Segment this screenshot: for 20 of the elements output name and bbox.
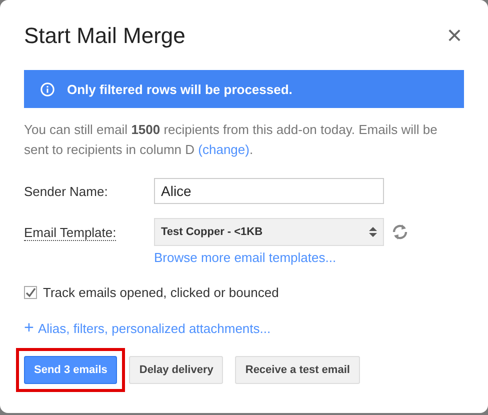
info-icon — [40, 82, 55, 96]
plus-icon[interactable]: + — [24, 318, 34, 338]
sender-name-label: Sender Name: — [24, 184, 109, 198]
change-link[interactable]: (change) — [198, 142, 250, 157]
track-label: Track emails opened, clicked or bounced — [43, 285, 279, 300]
send-button[interactable]: Send 3 emails — [24, 356, 118, 384]
dialog-title: Start Mail Merge — [24, 23, 186, 49]
action-button[interactable]: Delay delivery — [129, 356, 224, 384]
options-link[interactable]: Alias, filters, personalized attachments... — [38, 320, 271, 336]
template-dropdown[interactable]: Test Copper - <1KB — [154, 218, 384, 246]
action-button[interactable]: Receive a test email — [235, 356, 360, 384]
quota-notice: You can still email 1500 recipients from this add-on today. Emails will be sent to recipients in column D (change). — [24, 121, 438, 159]
sender-name-field[interactable]: Alice — [154, 178, 384, 204]
track-checkbox[interactable] — [24, 286, 37, 299]
browse-templates-link[interactable]: Browse more email templates... — [154, 250, 464, 265]
email-template-label: Email Template: — [24, 224, 116, 240]
close-button[interactable]: × — [444, 22, 464, 48]
refresh-icon[interactable] — [390, 222, 410, 242]
sort-arrows-icon — [369, 226, 377, 238]
banner-text: Only filtered rows will be processed. — [67, 82, 292, 96]
